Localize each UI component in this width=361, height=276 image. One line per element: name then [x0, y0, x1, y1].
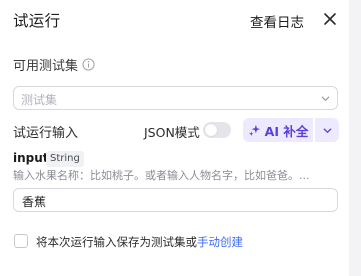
ai-fill-label: AI 补全	[264, 123, 309, 139]
json-mode-toggle[interactable]	[203, 122, 231, 138]
input-value-field[interactable]: 香蕉	[13, 188, 338, 212]
panel-header: 试运行 查看日志	[13, 9, 341, 31]
view-log-button[interactable]: 查看日志	[250, 11, 304, 31]
manual-create-link[interactable]: 手动创建	[197, 235, 243, 249]
input-value: 香蕉	[22, 195, 47, 209]
ai-fill-dropdown[interactable]	[315, 118, 339, 142]
testset-select-placeholder: 测试集	[21, 93, 58, 107]
sparkle-icon	[248, 124, 260, 136]
chevron-down-icon	[321, 96, 330, 101]
ai-fill-button[interactable]: AI 补全	[243, 118, 313, 142]
panel-title: 试运行	[13, 12, 61, 30]
close-icon[interactable]	[322, 11, 338, 27]
field-type-badge: String	[46, 151, 84, 167]
testset-label-row: 可用测试集	[13, 55, 95, 74]
info-icon[interactable]	[82, 58, 95, 71]
test-run-panel: 试运行 查看日志 可用测试集 测试集 试运行输入 JSON模式 AI 补全 in…	[0, 0, 349, 276]
testset-label: 可用测试集	[13, 59, 79, 74]
field-hint: 输入水果名称：比如桃子。或者输入人物名字，比如爸爸。...	[13, 169, 310, 182]
save-testset-checkbox[interactable]	[14, 234, 28, 248]
json-mode-label: JSON模式	[144, 125, 200, 140]
save-testset-text: 将本次运行输入保存为测试集或	[36, 235, 197, 249]
save-testset-row: 将本次运行输入保存为测试集或手动创建	[36, 234, 243, 250]
scrollbar-track[interactable]	[349, 0, 361, 276]
chevron-down-icon	[323, 127, 331, 133]
testset-select[interactable]: 测试集	[13, 86, 338, 110]
field-name: input	[13, 151, 49, 165]
toggle-knob	[205, 124, 217, 136]
run-input-label: 试运行输入	[13, 126, 79, 141]
